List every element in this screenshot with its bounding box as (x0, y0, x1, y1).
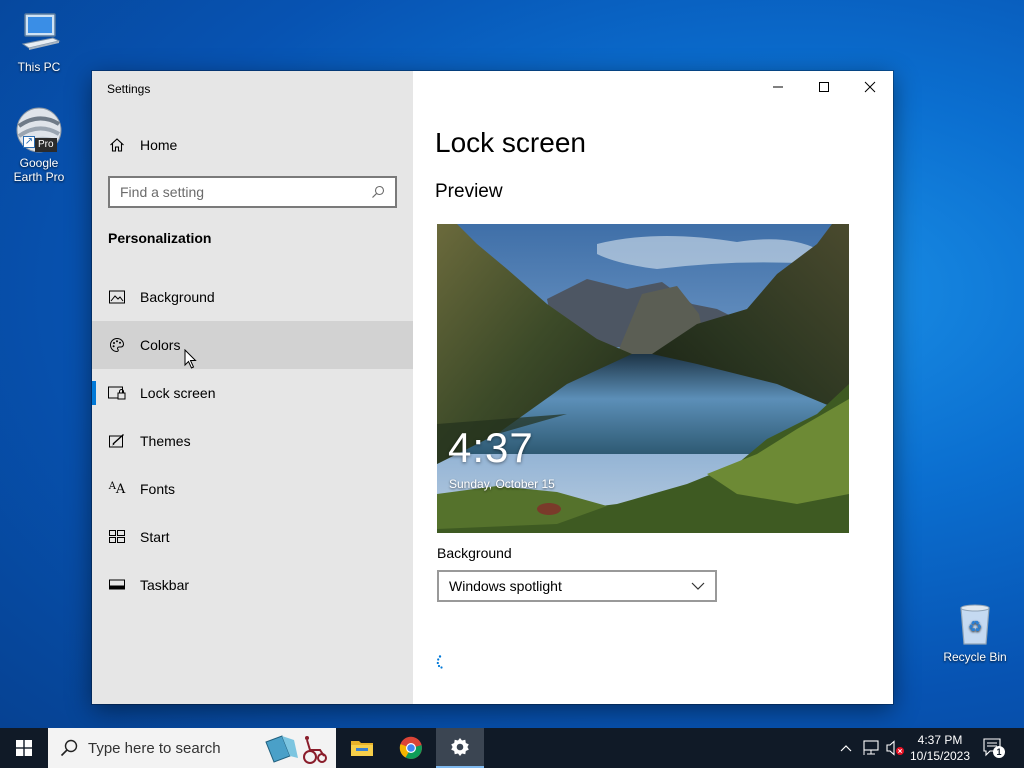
folder-icon (351, 741, 373, 756)
network-status-button[interactable] (862, 738, 882, 758)
background-dropdown-value: Windows spotlight (449, 578, 562, 594)
minimize-button[interactable] (755, 71, 801, 103)
background-dropdown[interactable]: Windows spotlight (437, 570, 717, 602)
themes-icon (108, 432, 126, 450)
search-icon (60, 739, 78, 757)
desktop-icon-this-pc[interactable]: This PC (2, 10, 76, 74)
find-setting-input[interactable] (120, 184, 371, 200)
sidebar-item-label: Lock screen (140, 385, 216, 401)
lock-screen-icon (108, 384, 126, 402)
start-button[interactable] (0, 728, 48, 768)
preview-date: Sunday, October 15 (449, 477, 555, 491)
taskbar-chrome[interactable] (387, 728, 435, 768)
sidebar-item-fonts[interactable]: AA Fonts (92, 465, 413, 513)
mouse-cursor-icon (184, 349, 197, 369)
taskbar-file-explorer[interactable] (338, 728, 386, 768)
sidebar-item-label: Themes (140, 433, 191, 449)
desktop-icon-label: Google Earth Pro (13, 156, 65, 184)
taskbar-search-placeholder: Type here to search (88, 739, 221, 757)
sidebar-item-themes[interactable]: Themes (92, 417, 413, 465)
palette-icon (108, 336, 126, 354)
sidebar-item-label: Taskbar (140, 577, 190, 593)
volume-muted-icon (886, 740, 904, 756)
taskbar-date: 10/15/2023 (909, 749, 971, 763)
maximize-button[interactable] (801, 71, 847, 103)
fonts-icon: AA (108, 480, 126, 497)
google-earth-icon: ↗ Pro (15, 106, 63, 154)
start-icon (108, 528, 126, 546)
volume-button[interactable] (884, 738, 906, 758)
close-icon (864, 81, 876, 93)
sidebar-item-lock-screen[interactable]: Lock screen (92, 369, 413, 417)
taskbar-settings[interactable] (436, 728, 484, 768)
computer-icon (15, 10, 63, 58)
sidebar-item-background[interactable]: Background (92, 273, 413, 321)
gear-icon (451, 738, 469, 756)
taskbar-clock[interactable]: 4:37 PM 10/15/2023 (905, 732, 975, 764)
pro-badge: Pro (35, 138, 57, 152)
preview-clock: 4:37 (448, 424, 534, 471)
search-highlight-icon (265, 735, 327, 764)
page-title: Lock screen (435, 127, 586, 158)
desktop-icon-label: This PC (17, 60, 61, 74)
taskbar-time: 4:37 PM (917, 733, 963, 747)
search-icon (371, 185, 385, 199)
chevron-up-icon (840, 745, 852, 752)
sidebar-item-label: Background (140, 289, 215, 305)
settings-content: Lock screen Preview 4:37 Sunday, October… (413, 71, 893, 704)
recycle-bin-icon: ♻ (951, 600, 999, 648)
sidebar-item-label: Start (140, 529, 170, 545)
sidebar-item-colors[interactable]: Colors (92, 321, 413, 369)
taskbar-search-box[interactable]: Type here to search (48, 728, 336, 768)
shortcut-arrow-icon: ↗ (23, 136, 35, 148)
sidebar-item-label: Fonts (140, 481, 176, 497)
section-heading: Personalization (108, 230, 212, 246)
windows-logo-icon (16, 740, 32, 756)
sidebar-item-start[interactable]: Start (92, 513, 413, 561)
sidebar-item-taskbar[interactable]: Taskbar (92, 561, 413, 609)
window-title: Settings (107, 82, 151, 96)
sidebar-item-home[interactable]: Home (92, 121, 413, 169)
svg-text:♻: ♻ (968, 617, 982, 636)
minimize-icon (773, 86, 783, 88)
close-button[interactable] (847, 71, 893, 103)
desktop-icon-label: Recycle Bin (943, 650, 1007, 664)
sidebar-item-label: Colors (140, 337, 181, 353)
find-setting-search[interactable] (108, 176, 397, 208)
desktop-icon-recycle-bin[interactable]: ♻ Recycle Bin (938, 600, 1012, 664)
maximize-icon (819, 82, 829, 92)
chevron-down-icon (691, 582, 705, 590)
taskbar: Type here to search 4:37 PM 10/15/2023 1 (0, 728, 1024, 768)
preview-heading: Preview (435, 181, 503, 202)
network-icon (863, 740, 879, 755)
home-icon (108, 136, 126, 154)
background-label: Background (437, 545, 512, 561)
desktop-icon-google-earth-pro[interactable]: ↗ Pro Google Earth Pro (2, 106, 76, 184)
lock-screen-preview: 4:37 Sunday, October 15 (437, 224, 849, 533)
show-hidden-icons-button[interactable] (838, 738, 854, 758)
sidebar-item-label: Home (140, 137, 178, 153)
loading-spinner-icon (436, 655, 443, 669)
settings-window: Settings Home Personalization Background (92, 71, 893, 704)
settings-sidebar: Settings Home Personalization Background (92, 71, 413, 704)
chrome-icon (399, 736, 422, 759)
picture-icon (108, 288, 126, 306)
taskbar-icon (108, 576, 126, 594)
notification-count-badge: 1 (993, 746, 1005, 758)
action-center-button[interactable]: 1 (980, 738, 1008, 758)
